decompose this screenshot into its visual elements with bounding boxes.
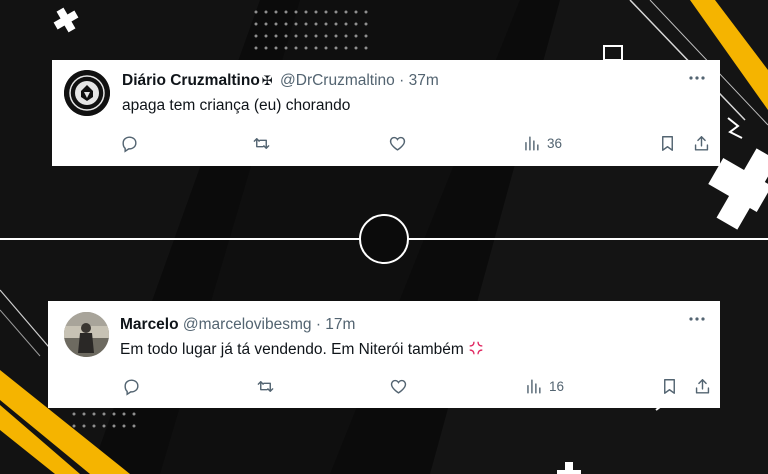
- views-chart-icon: [527, 378, 541, 394]
- reply-button[interactable]: [122, 375, 141, 397]
- heart-icon: [389, 136, 406, 151]
- tweet-card[interactable]: Diário Cruzmaltino ✠ @DrCruzmaltino · 37m…: [52, 60, 720, 166]
- tweet-header: Marcelo @marcelovibesmg · 17m: [120, 315, 355, 335]
- retweet-icon: [253, 137, 270, 149]
- separator-dot: ·: [315, 316, 321, 333]
- retweet-button[interactable]: [252, 132, 271, 154]
- timestamp[interactable]: 17m: [325, 316, 355, 333]
- share-icon: [694, 135, 709, 151]
- share-button[interactable]: [692, 132, 711, 154]
- bookmark-button[interactable]: [660, 375, 679, 397]
- retweet-button[interactable]: [256, 375, 275, 397]
- timestamp[interactable]: 37m: [409, 72, 439, 89]
- tweet-card[interactable]: Marcelo @marcelovibesmg · 17m Em todo lu…: [48, 301, 720, 408]
- views-button[interactable]: 36: [522, 132, 562, 154]
- share-button[interactable]: [693, 375, 712, 397]
- more-options-icon[interactable]: [686, 70, 708, 86]
- tweet-text: apaga tem criança (eu) chorando: [122, 97, 351, 114]
- like-button[interactable]: [389, 375, 408, 397]
- anger-symbol-icon: [467, 339, 485, 363]
- tweet-actions: 36: [52, 132, 720, 156]
- reply-icon: [124, 378, 139, 396]
- heart-icon: [390, 379, 407, 394]
- bookmark-icon: [662, 135, 673, 151]
- tweet-actions: 16: [48, 375, 720, 399]
- separator-dot: ·: [399, 72, 405, 89]
- author-handle[interactable]: @marcelovibesmg: [183, 316, 312, 333]
- tweet-text-wrapper: Em todo lugar já tá vendendo. Em Niterói…: [120, 339, 485, 363]
- author-name[interactable]: Marcelo: [120, 316, 179, 333]
- views-button[interactable]: 16: [524, 375, 564, 397]
- tweet-header: Diário Cruzmaltino ✠ @DrCruzmaltino · 37m: [122, 71, 439, 91]
- club-logo-avatar[interactable]: [64, 70, 110, 116]
- maltese-cross-badge: ✠: [261, 73, 273, 88]
- tweet-text: Em todo lugar já tá vendendo. Em Niterói…: [120, 341, 464, 358]
- author-name[interactable]: Diário Cruzmaltino: [122, 72, 260, 89]
- views-count: 16: [549, 378, 565, 394]
- author-handle[interactable]: @DrCruzmaltino: [280, 72, 395, 89]
- retweet-icon: [257, 380, 274, 392]
- share-icon: [695, 378, 710, 394]
- reply-icon: [122, 135, 137, 153]
- bookmark-button[interactable]: [658, 132, 677, 154]
- like-button[interactable]: [388, 132, 407, 154]
- bookmark-icon: [664, 378, 675, 394]
- views-chart-icon: [525, 135, 539, 151]
- user-photo-avatar[interactable]: [64, 312, 109, 357]
- more-options-icon[interactable]: [686, 311, 708, 327]
- views-count: 36: [547, 135, 563, 151]
- reply-button[interactable]: [120, 132, 139, 154]
